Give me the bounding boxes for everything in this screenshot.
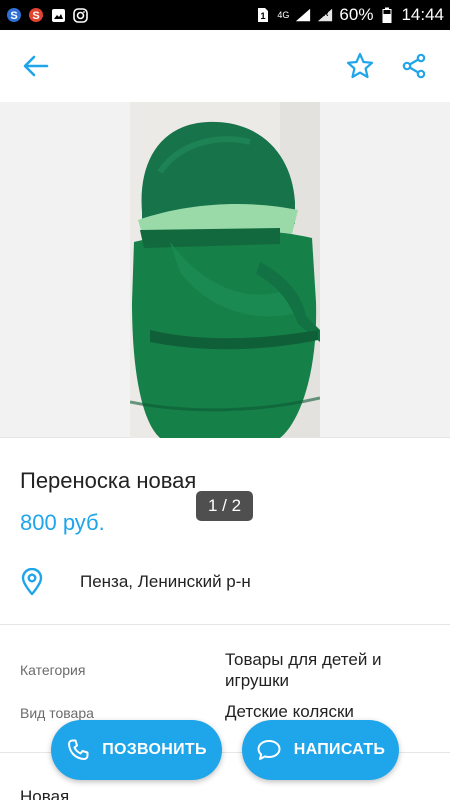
s-app-icon: S: [6, 7, 22, 23]
s-app-icon-red: S: [28, 7, 44, 23]
network-type: 4G: [277, 9, 290, 20]
param-value-category: Товары для детей и игрушки: [225, 650, 382, 690]
phone-icon: [68, 739, 89, 760]
battery-percent: 60%: [339, 5, 374, 24]
location-text: Пенза, Ленинский р-н: [80, 572, 251, 591]
param-label-type: Вид товара: [20, 705, 94, 721]
instagram-icon: [72, 7, 88, 23]
status-bar: S S 1 4G R 60% 14:44: [0, 0, 450, 30]
listing-price: 800 руб.: [20, 510, 105, 535]
clock: 14:44: [401, 5, 444, 24]
svg-text:S: S: [10, 10, 17, 22]
share-button[interactable]: [394, 46, 434, 86]
status-bar-system: 1 4G R 60% 14:44: [255, 5, 444, 25]
gallery-icon: [50, 7, 66, 23]
listing-description: Новая.: [20, 787, 74, 800]
svg-text:1: 1: [261, 11, 266, 21]
signal-icon-2: R: [317, 7, 333, 23]
call-button[interactable]: ПОЗВОНИТЬ: [51, 720, 222, 780]
battery-icon: [379, 7, 395, 23]
listing-title: Переноска новая: [20, 468, 197, 493]
back-arrow-icon: [23, 55, 49, 77]
status-bar-notifications: S S: [6, 7, 88, 23]
location-pin-icon: [21, 568, 43, 596]
star-icon: [346, 52, 374, 79]
photo-counter: 1 / 2: [196, 491, 253, 521]
listing-location[interactable]: Пенза, Ленинский р-н: [20, 568, 251, 596]
svg-text:S: S: [32, 10, 39, 22]
write-button[interactable]: НАПИСАТЬ: [242, 720, 399, 780]
sim-icon: 1: [255, 7, 271, 23]
write-button-label: НАПИСАТЬ: [293, 741, 386, 758]
back-button[interactable]: [16, 46, 56, 86]
signal-icon: [295, 7, 311, 23]
app-bar: [0, 30, 450, 102]
divider: [0, 624, 450, 625]
svg-text:R: R: [324, 10, 329, 18]
favorite-button[interactable]: [340, 46, 380, 86]
share-icon: [402, 53, 426, 79]
product-photo[interactable]: [130, 102, 320, 438]
param-value-type: Детские коляски: [225, 702, 354, 721]
param-label-category: Категория: [20, 662, 86, 678]
chat-bubble-icon: [257, 740, 281, 760]
photo-gallery[interactable]: 1 / 2: [0, 102, 450, 521]
call-button-label: ПОЗВОНИТЬ: [102, 741, 207, 758]
